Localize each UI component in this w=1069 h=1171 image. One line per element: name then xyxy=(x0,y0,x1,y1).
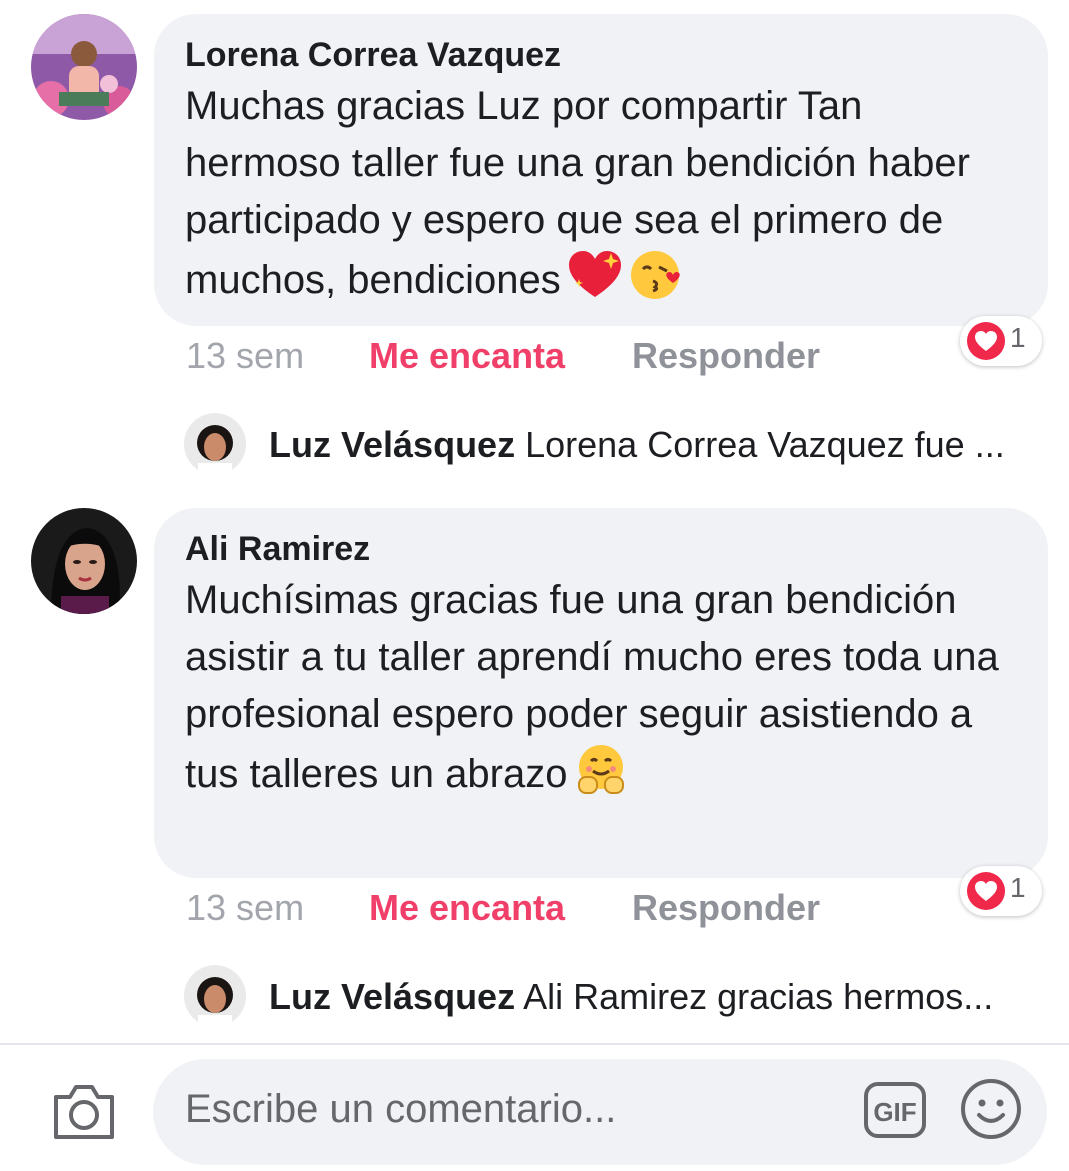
comment-bubble[interactable]: Ali Ramirez Muchísimas gracias fue una g… xyxy=(154,508,1048,878)
avatar[interactable] xyxy=(31,14,137,120)
comment-time: 13 sem xyxy=(186,887,305,928)
hugging-face-icon xyxy=(578,745,625,794)
sparkling-heart-icon xyxy=(568,251,621,297)
emoji-smile-icon[interactable] xyxy=(959,1077,1023,1141)
gif-label: GIF xyxy=(873,1097,916,1127)
reply-preview[interactable]: Luz Velásquez Lorena Correa Vazquez fue … xyxy=(184,413,1044,477)
reaction-summary[interactable]: 1 xyxy=(960,316,1042,366)
reply-preview-text: Luz Velásquez Lorena Correa Vazquez fue … xyxy=(269,422,1044,468)
comment-input[interactable]: Escribe un comentario... GIF xyxy=(153,1059,1047,1165)
love-heart-icon xyxy=(967,322,1005,360)
reaction-count: 1 xyxy=(1010,872,1026,903)
comment-time: 13 sem xyxy=(186,335,305,376)
comment-text: Muchísimas gracias fue una gran bendició… xyxy=(185,578,999,796)
love-reaction-button[interactable]: Me encanta xyxy=(369,331,565,381)
reply-preview[interactable]: Luz Velásquez Ali Ramirez gracias hermos… xyxy=(184,965,1044,1029)
camera-icon[interactable] xyxy=(50,1081,118,1141)
love-reaction-button[interactable]: Me encanta xyxy=(369,883,565,933)
love-heart-icon xyxy=(967,872,1005,910)
comment-author[interactable]: Ali Ramirez xyxy=(185,528,1018,570)
gif-icon[interactable]: GIF xyxy=(863,1081,927,1139)
comment-text: Muchas gracias Luz por compartir Tan her… xyxy=(185,84,970,302)
avatar[interactable] xyxy=(31,508,137,614)
reply-snippet: Ali Ramirez gracias hermos... xyxy=(523,976,994,1017)
reply-author[interactable]: Luz Velásquez xyxy=(269,424,515,465)
reply-button[interactable]: Responder xyxy=(632,883,820,933)
reply-snippet: Lorena Correa Vazquez fue ... xyxy=(525,424,1005,465)
comment-author[interactable]: Lorena Correa Vazquez xyxy=(185,34,1018,76)
reply-preview-text: Luz Velásquez Ali Ramirez gracias hermos… xyxy=(269,974,1044,1020)
avatar[interactable] xyxy=(184,413,246,475)
comment-bubble[interactable]: Lorena Correa Vazquez Muchas gracias Luz… xyxy=(154,14,1048,326)
reply-button[interactable]: Responder xyxy=(632,331,820,381)
comment-input-placeholder: Escribe un comentario... xyxy=(185,1087,617,1131)
avatar[interactable] xyxy=(184,965,246,1027)
comment-composer: Escribe un comentario... GIF xyxy=(0,1045,1069,1171)
reaction-summary[interactable]: 1 xyxy=(960,866,1042,916)
kissing-face-icon xyxy=(630,251,680,299)
reply-author[interactable]: Luz Velásquez xyxy=(269,976,515,1017)
reaction-count: 1 xyxy=(1010,322,1026,353)
